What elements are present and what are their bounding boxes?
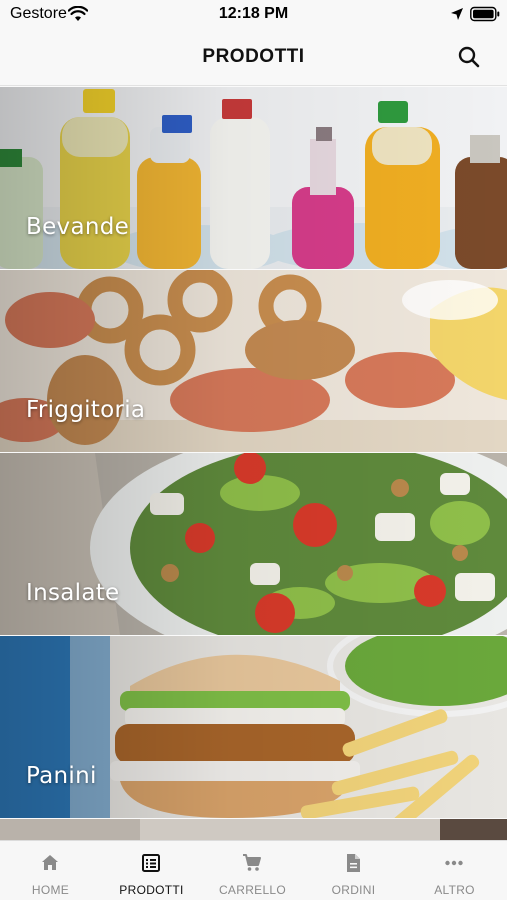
image-overlay (0, 453, 507, 635)
tab-label: ALTRO (434, 883, 475, 897)
category-friggitoria[interactable]: Friggitoria (0, 270, 507, 452)
tab-prodotti[interactable]: PRODOTTI (101, 841, 202, 900)
tab-label: HOME (31, 883, 70, 897)
more-icon (445, 860, 463, 866)
category-next-partial[interactable] (0, 819, 507, 840)
category-label: Insalate (26, 580, 120, 606)
status-bar: Gestore 12:18 PM (0, 0, 507, 30)
tab-altro[interactable]: ALTRO (404, 841, 505, 900)
category-label: Bevande (26, 214, 130, 240)
tab-ordini[interactable]: ORDINI (303, 841, 404, 900)
cart-icon (243, 854, 261, 871)
home-icon (42, 855, 58, 870)
tab-label: PRODOTTI (119, 883, 184, 897)
tab-bar: HOME PRODOTTI CARRELLO ORDINI ALTRO (0, 840, 507, 900)
next-category-image (0, 819, 507, 840)
tab-carrello[interactable]: CARRELLO (202, 841, 303, 900)
tab-home[interactable]: HOME (0, 841, 101, 900)
search-icon[interactable] (456, 44, 482, 70)
navigation-bar: PRODOTTI (0, 30, 507, 86)
location-arrow-icon (451, 8, 463, 20)
list-icon (142, 854, 160, 872)
tab-label: ORDINI (331, 883, 376, 897)
category-insalate[interactable]: Insalate (0, 453, 507, 635)
battery-icon (470, 6, 500, 22)
category-bevande[interactable]: Bevande (0, 87, 507, 269)
app-screen: Gestore 12:18 PM PRODOTTI Bevande Friggi… (0, 0, 507, 900)
category-panini[interactable]: Panini (0, 636, 507, 818)
document-icon (347, 854, 360, 872)
page-title: PRODOTTI (202, 46, 305, 67)
image-overlay (0, 636, 507, 818)
category-label: Panini (26, 763, 97, 789)
category-label: Friggitoria (26, 397, 146, 423)
tab-label: CARRELLO (218, 883, 287, 897)
image-overlay (0, 87, 507, 269)
image-overlay (0, 270, 507, 452)
status-time: 12:18 PM (218, 5, 289, 22)
